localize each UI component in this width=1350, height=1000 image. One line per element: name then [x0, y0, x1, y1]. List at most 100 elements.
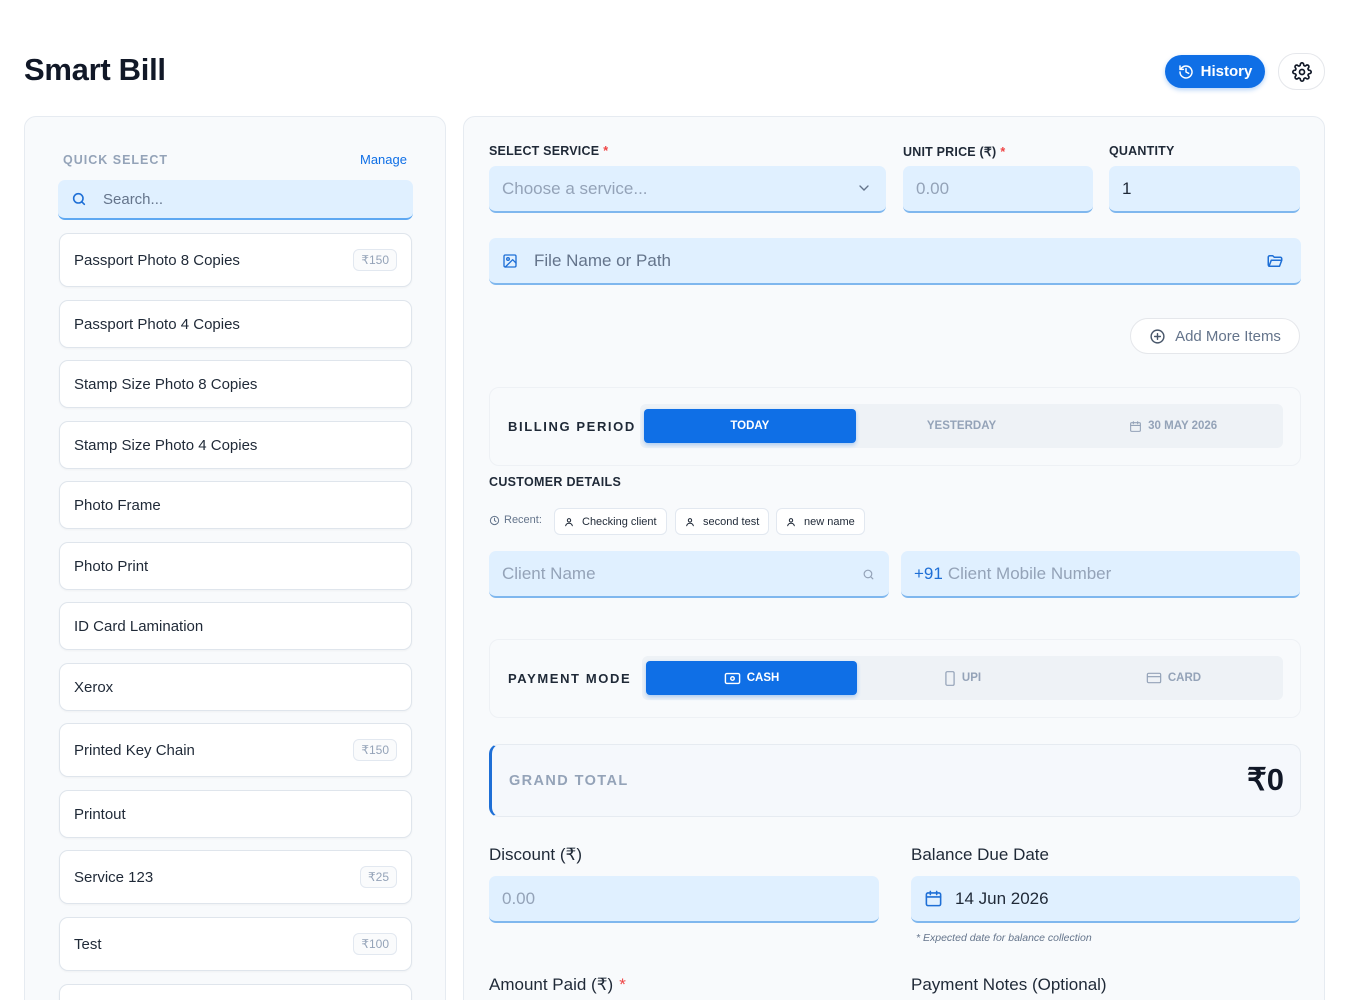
- service-select[interactable]: Choose a service...: [489, 166, 886, 213]
- billing-option-today[interactable]: TODAY: [644, 409, 856, 443]
- quick-item-name: Printed Key Chain: [74, 741, 195, 759]
- customer-details-label: CUSTOMER DETAILS: [489, 475, 622, 489]
- due-date-value: 14 Jun 2026: [955, 888, 1049, 908]
- calendar-icon: [925, 890, 942, 907]
- payment-mode-label: PAYMENT MODE: [508, 671, 632, 686]
- quick-item-name: Service 123: [74, 868, 154, 886]
- amount-paid-label: Amount Paid (₹) *: [489, 975, 626, 994]
- user-icon: [787, 517, 795, 526]
- add-more-items-button[interactable]: Add More Items: [1130, 318, 1300, 354]
- user-icon: [686, 517, 694, 526]
- quick-item[interactable]: ID Card Lamination: [59, 602, 412, 650]
- quantity-label: QUANTITY: [1109, 144, 1175, 158]
- billing-option-yesterday[interactable]: YESTERDAY: [856, 409, 1068, 443]
- quick-item-name: Photo Frame: [74, 496, 161, 514]
- plus-circle-icon: [1150, 328, 1165, 344]
- quick-item-name: Stamp Size Photo 4 Copies: [74, 436, 258, 454]
- chevron-down-icon: [859, 185, 869, 191]
- recent-label: Recent:: [489, 514, 542, 526]
- quick-item[interactable]: Printout: [59, 790, 412, 838]
- search-icon: [72, 192, 86, 206]
- quick-item-name: Passport Photo 8 Copies: [74, 251, 240, 269]
- history-icon: [1178, 64, 1193, 79]
- grand-total-card: GRAND TOTAL ₹0: [489, 744, 1301, 817]
- client-mobile-input[interactable]: +91 Client Mobile Number: [901, 551, 1300, 598]
- phone-icon: [945, 670, 955, 686]
- due-date-input[interactable]: 14 Jun 2026: [911, 876, 1300, 923]
- recent-client-chip[interactable]: second test: [675, 508, 770, 535]
- user-icon: [565, 517, 573, 526]
- calendar-icon: [1130, 420, 1142, 432]
- quick-item-name: Test: [74, 935, 102, 953]
- quick-select-label: QUICK SELECT: [63, 153, 169, 167]
- quick-item[interactable]: Passport Photo 8 Copies ₹150: [59, 233, 412, 287]
- mobile-prefix: +91: [914, 563, 943, 583]
- search-placeholder: Search...: [103, 190, 164, 208]
- settings-button[interactable]: [1278, 53, 1325, 90]
- quick-item-price: ₹150: [353, 249, 397, 271]
- discount-input[interactable]: 0.00: [489, 876, 879, 923]
- due-date-label: Balance Due Date: [911, 845, 1049, 864]
- payment-option-upi[interactable]: UPI: [857, 661, 1068, 695]
- billing-period-card: BILLING PERIOD TODAY YESTERDAY 30 MAY 20…: [489, 387, 1301, 466]
- quantity-input[interactable]: 1: [1109, 166, 1300, 213]
- payment-mode-selector: CASH UPI CARD: [642, 656, 1283, 700]
- unit-price-placeholder: 0.00: [916, 178, 950, 198]
- payment-notes-label: Payment Notes (Optional): [911, 975, 1107, 994]
- quantity-value: 1: [1122, 178, 1132, 198]
- payment-option-card[interactable]: CARD: [1068, 661, 1279, 695]
- history-button[interactable]: History: [1165, 55, 1265, 88]
- service-placeholder: Choose a service...: [502, 178, 648, 198]
- mobile-placeholder: Client Mobile Number: [947, 563, 1112, 583]
- file-path-input[interactable]: File Name or Path: [489, 238, 1301, 285]
- billing-period-label: BILLING PERIOD: [508, 419, 636, 434]
- quick-item-name: Xerox: [74, 678, 114, 696]
- search-icon: [863, 569, 874, 580]
- payment-option-cash[interactable]: CASH: [646, 661, 857, 695]
- credit-card-icon: [1146, 672, 1162, 684]
- quick-item-name: Photo Print: [74, 557, 149, 575]
- client-name-placeholder: Client Name: [502, 563, 596, 583]
- billing-option-date[interactable]: 30 MAY 2026: [1067, 409, 1279, 443]
- quick-item[interactable]: Test ₹100: [59, 917, 412, 971]
- due-date-hint: * Expected date for balance collection: [916, 932, 1092, 944]
- quick-item-price: ₹150: [353, 739, 397, 761]
- folder-open-icon[interactable]: [1266, 252, 1284, 270]
- app-title: Smart Bill: [24, 52, 166, 87]
- quick-item[interactable]: Photo Print: [59, 542, 412, 590]
- image-icon: [503, 253, 517, 268]
- quick-item-name: Printout: [74, 805, 126, 823]
- quick-item[interactable]: Service 123 ₹25: [59, 850, 412, 904]
- quick-item[interactable]: Passport Photo 4 Copies: [59, 300, 412, 348]
- manage-link[interactable]: Manage: [360, 152, 407, 167]
- discount-label: Discount (₹): [489, 845, 583, 864]
- quick-item-name: ID Card Lamination: [74, 617, 204, 635]
- quick-item-partial[interactable]: [59, 984, 412, 1000]
- quick-item-name: Passport Photo 4 Copies: [74, 315, 240, 333]
- quick-item[interactable]: Stamp Size Photo 4 Copies: [59, 421, 412, 469]
- payment-mode-card: PAYMENT MODE CASH UPI CARD: [489, 639, 1301, 718]
- client-name-input[interactable]: Client Name: [489, 551, 889, 598]
- unit-price-input[interactable]: 0.00: [903, 166, 1093, 213]
- quick-item-price: ₹25: [360, 866, 397, 888]
- quick-item[interactable]: Xerox: [59, 663, 412, 711]
- billing-period-selector: TODAY YESTERDAY 30 MAY 2026: [640, 404, 1283, 448]
- quick-select-panel: QUICK SELECT Manage Search... Passport P…: [24, 116, 446, 1000]
- service-label: SELECT SERVICE *: [489, 144, 609, 158]
- recent-client-chip[interactable]: new name: [776, 508, 865, 535]
- quick-item[interactable]: Photo Frame: [59, 481, 412, 529]
- grand-total-label: GRAND TOTAL: [509, 773, 629, 789]
- discount-placeholder: 0.00: [502, 888, 536, 908]
- unit-price-label: UNIT PRICE (₹) *: [903, 145, 1006, 159]
- billing-form-panel: SELECT SERVICE * UNIT PRICE (₹) * QUANTITY…: [463, 116, 1325, 1000]
- cash-icon: [724, 672, 740, 684]
- quick-select-search-input[interactable]: Search...: [58, 180, 413, 220]
- file-placeholder: File Name or Path: [534, 250, 671, 270]
- quick-item-price: ₹100: [353, 933, 397, 955]
- history-label: History: [1200, 63, 1253, 80]
- clock-icon: [489, 515, 500, 525]
- quick-item[interactable]: Stamp Size Photo 8 Copies: [59, 360, 412, 408]
- quick-item[interactable]: Printed Key Chain ₹150: [59, 723, 412, 777]
- recent-client-chip[interactable]: Checking client: [554, 508, 667, 535]
- grand-total-value: ₹0: [1247, 762, 1284, 797]
